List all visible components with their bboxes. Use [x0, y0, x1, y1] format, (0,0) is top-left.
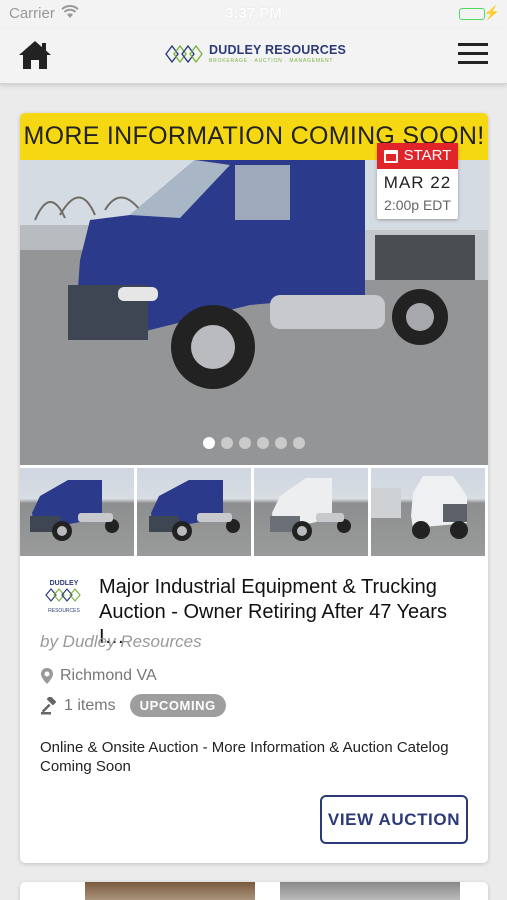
hamburger-menu-icon[interactable]: [458, 43, 488, 67]
carousel-dot[interactable]: [221, 437, 233, 449]
start-label-bar: START: [377, 143, 458, 169]
items-row: 1 items UPCOMING: [40, 694, 226, 717]
thumbnail-strip: [20, 468, 488, 556]
org-logo-name: DUDLEY: [49, 580, 79, 587]
organization-logo: DUDLEY RESOURCES: [44, 580, 84, 620]
thumbnail[interactable]: [254, 468, 368, 556]
items-count: 1 items: [64, 696, 116, 714]
thumbnail[interactable]: [20, 468, 134, 556]
brand-logo: DUDLEY RESOURCES BROKERAGE · AUCTION · M…: [164, 40, 346, 68]
next-auction-card[interactable]: [20, 882, 488, 900]
start-label: START: [403, 147, 452, 164]
start-date: MAR 22: [383, 173, 452, 192]
home-icon: [19, 41, 51, 69]
logo-name: DUDLEY RESOURCES: [209, 43, 347, 58]
carousel-dot[interactable]: [203, 437, 215, 449]
location-pin-icon: [41, 668, 53, 684]
thumbnail[interactable]: [137, 468, 251, 556]
clock: 3:37 PM: [225, 5, 282, 22]
home-button[interactable]: [17, 38, 53, 72]
nav-bar: DUDLEY RESOURCES BROKERAGE · AUCTION · M…: [0, 28, 507, 84]
thumbnail[interactable]: [371, 468, 485, 556]
org-logo-mark-icon: [45, 588, 81, 602]
view-auction-button[interactable]: VIEW AUCTION: [320, 795, 468, 844]
battery-icon: [459, 8, 485, 20]
logo-mark-icon: [165, 44, 203, 64]
org-logo-sub: RESOURCES: [48, 608, 80, 614]
auction-byline: by Dudley Resources: [40, 632, 202, 651]
start-date-box: START MAR 22 2:00p EDT: [377, 143, 458, 219]
status-badge: UPCOMING: [129, 694, 226, 717]
carousel-dot[interactable]: [293, 437, 305, 449]
location-label: Richmond VA: [60, 667, 157, 684]
auction-card: MORE INFORMATION COMING SOON! START MAR: [20, 113, 488, 863]
status-bar: Carrier 3:37 PM ⚡: [0, 0, 507, 28]
gavel-icon: [41, 696, 57, 714]
calendar-icon: [383, 149, 398, 163]
carousel-dot[interactable]: [275, 437, 287, 449]
charging-icon: ⚡: [483, 5, 500, 20]
carousel-dot[interactable]: [257, 437, 269, 449]
logo-tagline: BROKERAGE · AUCTION · MANAGEMENT: [209, 57, 334, 64]
next-card-image: [280, 882, 460, 900]
location-row: Richmond VA: [40, 667, 157, 685]
carousel-dot[interactable]: [239, 437, 251, 449]
next-card-image: [85, 882, 255, 900]
carousel-dots: [20, 437, 488, 449]
start-time: 2:00p EDT: [384, 197, 451, 213]
auction-description: Online & Onsite Auction - More Informati…: [40, 739, 449, 775]
